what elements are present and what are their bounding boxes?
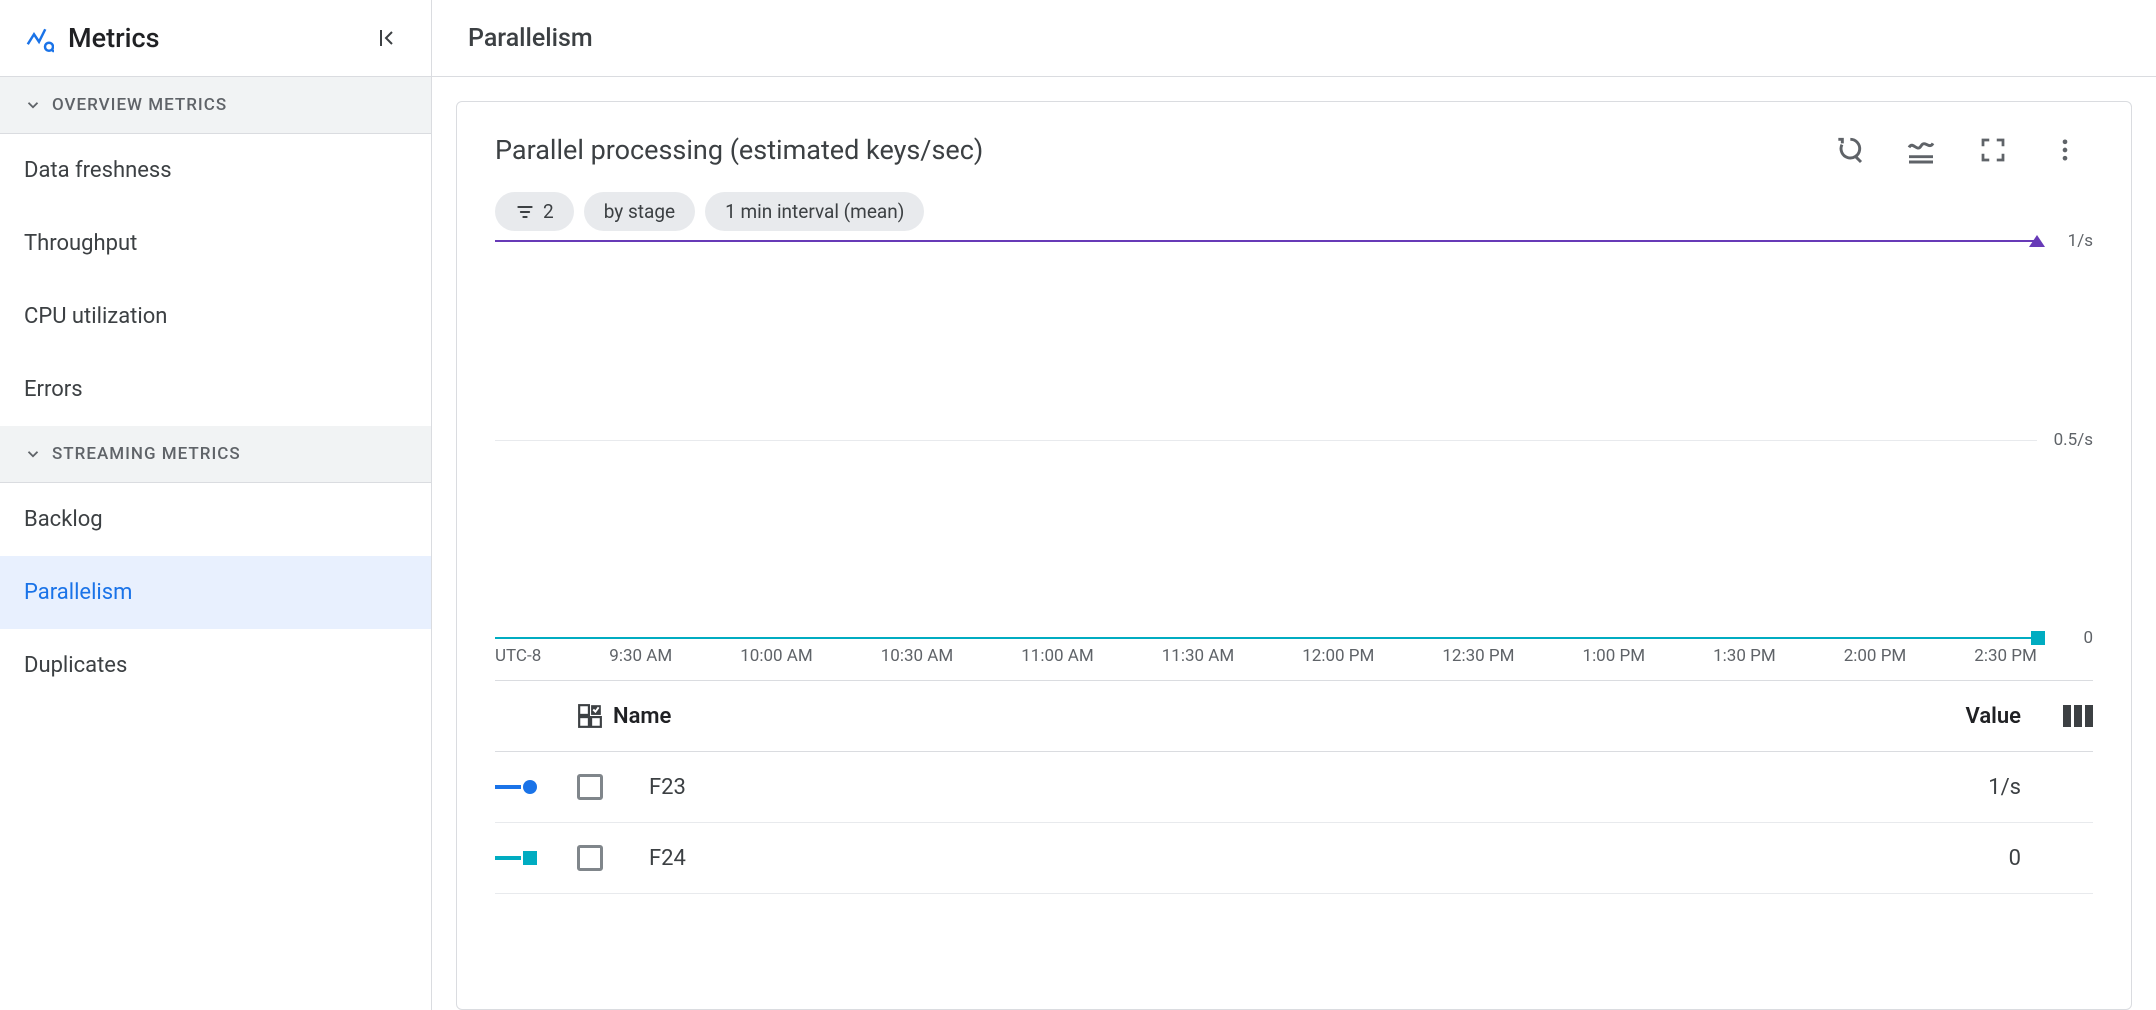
- more-vert-icon: [2051, 136, 2079, 164]
- x-tick-label: 11:00 AM: [1021, 646, 1093, 666]
- series-swatch: [495, 851, 565, 865]
- x-tick-label: 11:30 AM: [1162, 646, 1234, 666]
- sidebar-item-duplicates[interactable]: Duplicates: [0, 629, 431, 702]
- legend-column-name[interactable]: Name: [613, 704, 671, 729]
- interval-chip[interactable]: 1 min interval (mean): [705, 192, 924, 231]
- chart-x-axis: UTC-8 9:30 AM 10:00 AM 10:30 AM 11:00 AM 11:3…: [495, 638, 2093, 681]
- more-options-button[interactable]: [2047, 132, 2083, 168]
- series-value: 0: [1901, 846, 2021, 871]
- sidebar-item-data-freshness[interactable]: Data freshness: [0, 134, 431, 207]
- content: Parallel processing (estimated keys/sec): [432, 77, 2156, 1010]
- sidebar-item-parallelism[interactable]: Parallelism: [0, 556, 431, 629]
- legend-row[interactable]: F23 1/s: [495, 752, 2093, 823]
- grouping-chip[interactable]: by stage: [584, 192, 695, 231]
- filter-icon: [515, 202, 535, 222]
- series-line-F24: [495, 637, 2037, 639]
- series-value: 1/s: [1901, 775, 2021, 800]
- series-name: F24: [649, 846, 1889, 871]
- sidebar-section-header[interactable]: STREAMING METRICS: [0, 426, 431, 483]
- x-tick-label: 10:00 AM: [740, 646, 812, 666]
- sidebar-item-backlog[interactable]: Backlog: [0, 483, 431, 556]
- interval-label: 1 min interval (mean): [725, 200, 904, 223]
- sidebar-header: Metrics: [0, 0, 431, 77]
- legend-row[interactable]: F24 0: [495, 823, 2093, 894]
- metrics-icon: [24, 23, 54, 53]
- series-name: F23: [649, 775, 1889, 800]
- chart-card: Parallel processing (estimated keys/sec): [456, 101, 2132, 1010]
- collapse-sidebar-button[interactable]: [367, 18, 407, 58]
- x-tick-label: 1:00 PM: [1583, 646, 1646, 666]
- legend-column-value[interactable]: Value: [1901, 704, 2021, 729]
- sidebar: Metrics OVERVIEW METRICS Data freshnessTh…: [0, 0, 432, 1010]
- series-checkbox[interactable]: [577, 845, 603, 871]
- sidebar-section-label: OVERVIEW METRICS: [52, 95, 227, 115]
- timezone-label: UTC-8: [495, 646, 541, 666]
- y-tick-label: 0.5/s: [2054, 430, 2093, 450]
- sidebar-section-label: STREAMING METRICS: [52, 444, 241, 464]
- sidebar-item-errors[interactable]: Errors: [0, 353, 431, 426]
- chart-plot[interactable]: 1/s0.5/s0: [495, 241, 2093, 638]
- x-tick-label: 12:00 PM: [1302, 646, 1374, 666]
- grouping-label: by stage: [604, 200, 675, 223]
- series-line-F23: [495, 240, 2037, 242]
- legend-header: Name Value: [495, 681, 2093, 752]
- main: Parallelism Parallel processing (estimat…: [432, 0, 2156, 1010]
- x-tick-label: 9:30 AM: [609, 646, 672, 666]
- fullscreen-icon: [1978, 135, 2008, 165]
- y-tick-label: 1/s: [2068, 231, 2093, 251]
- series-marker-F24: [2031, 631, 2045, 645]
- series-checkbox[interactable]: [577, 774, 603, 800]
- chevron-down-icon: [24, 445, 42, 463]
- legend-table: Name Value F23 1/s F24 0: [457, 681, 2131, 894]
- column-selector-button[interactable]: [2033, 705, 2093, 727]
- fullscreen-button[interactable]: [1975, 132, 2011, 168]
- x-tick-label: 10:30 AM: [881, 646, 953, 666]
- x-tick-label: 12:30 PM: [1442, 646, 1514, 666]
- card-title: Parallel processing (estimated keys/sec): [495, 134, 1831, 166]
- page-title: Parallelism: [432, 0, 2156, 77]
- legend-toggle-button[interactable]: [1903, 132, 1939, 168]
- x-tick-label: 2:00 PM: [1844, 646, 1907, 666]
- filter-count-chip[interactable]: 2: [495, 192, 574, 231]
- chart: 1/s0.5/s0 UTC-8 9:30 AM 10:00 AM 10:30 AM 11…: [457, 241, 2131, 681]
- x-tick-label: 2:30 PM: [1974, 646, 2037, 666]
- series-marker-F23: [2029, 235, 2045, 247]
- series-swatch: [495, 780, 565, 794]
- chevron-left-bar-icon: [375, 26, 399, 50]
- sidebar-item-throughput[interactable]: Throughput: [0, 207, 431, 280]
- filter-count-label: 2: [543, 200, 554, 223]
- y-tick-label: 0: [2083, 628, 2093, 648]
- card-header: Parallel processing (estimated keys/sec): [457, 102, 2131, 168]
- x-tick-label: 1:30 PM: [1713, 646, 1776, 666]
- filter-chips: 2 by stage 1 min interval (mean): [457, 168, 2131, 241]
- sidebar-item-cpu-utilization[interactable]: CPU utilization: [0, 280, 431, 353]
- sidebar-section-header[interactable]: OVERVIEW METRICS: [0, 77, 431, 134]
- legend-icon: [1905, 134, 1937, 166]
- chevron-down-icon: [24, 96, 42, 114]
- reset-zoom-button[interactable]: [1831, 132, 1867, 168]
- sidebar-title: Metrics: [68, 22, 353, 54]
- refresh-search-icon: [1833, 134, 1865, 166]
- select-all-icon[interactable]: [577, 703, 603, 729]
- card-actions: [1831, 132, 2093, 168]
